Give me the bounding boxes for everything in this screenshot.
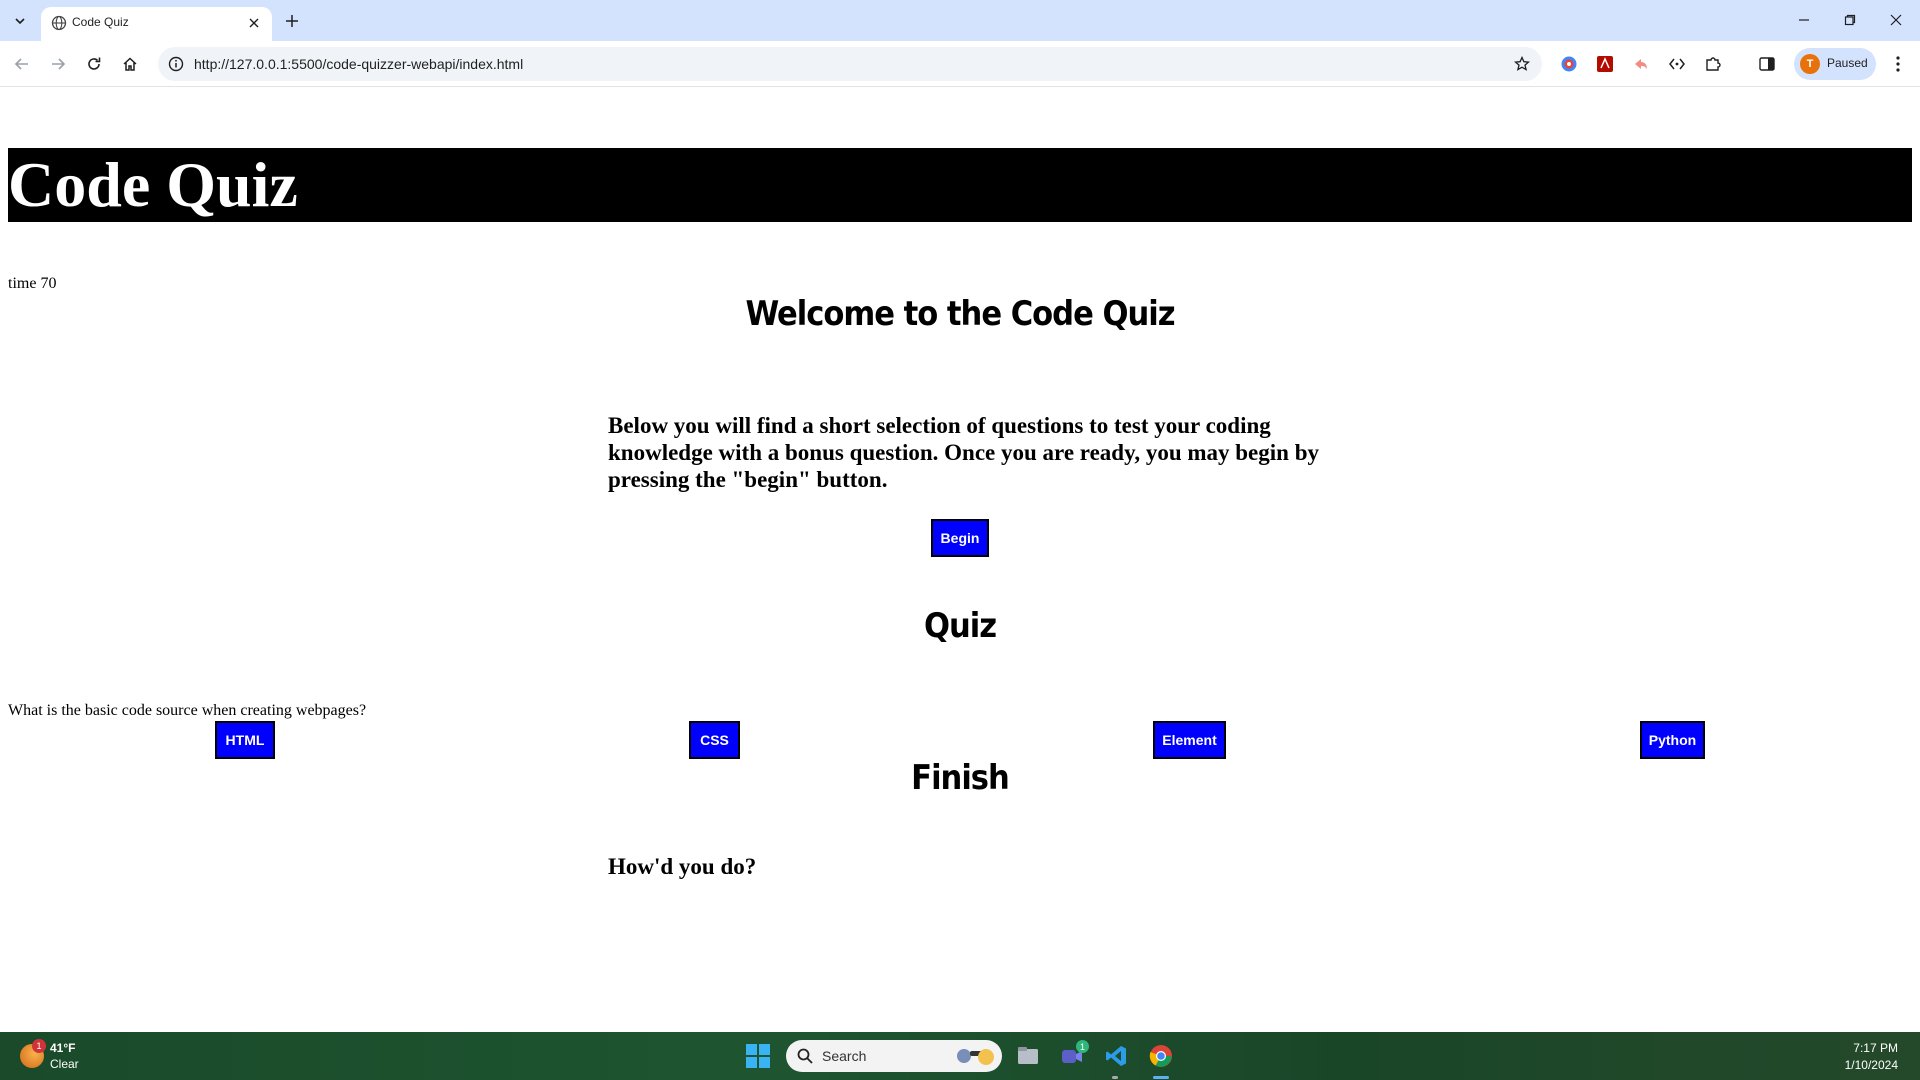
address-bar[interactable]: http://127.0.0.1:5500/code-quizzer-webap… — [158, 47, 1542, 81]
clock-date: 1/10/2024 — [1844, 1058, 1898, 1072]
kebab-menu-icon[interactable] — [1886, 52, 1910, 76]
share-extension-icon[interactable] — [1630, 53, 1652, 75]
window-close-icon[interactable] — [1873, 0, 1919, 40]
url-text[interactable]: http://127.0.0.1:5500/code-quizzer-webap… — [194, 56, 523, 72]
info-icon[interactable] — [166, 54, 186, 74]
site-header: Code Quiz — [8, 148, 1912, 222]
windows-start-icon[interactable] — [746, 1044, 770, 1068]
chrome-active-indicator — [1153, 1076, 1169, 1079]
weather-temp: 41°F — [50, 1041, 76, 1055]
forward-arrow-icon[interactable] — [44, 50, 72, 78]
back-arrow-icon[interactable] — [8, 50, 36, 78]
profile-status: Paused — [1827, 56, 1868, 70]
finish-text: How'd you do? — [608, 854, 757, 879]
tab-strip: Code Quiz — [0, 0, 1920, 41]
pdf-extension-icon[interactable] — [1594, 53, 1616, 75]
file-explorer-icon[interactable] — [1012, 1040, 1044, 1072]
timer-text: time 70 — [8, 275, 57, 292]
weather-condition: Clear — [50, 1057, 79, 1071]
star-icon[interactable] — [1512, 54, 1532, 74]
answer-button-element[interactable]: Element — [1153, 721, 1226, 759]
home-icon[interactable] — [116, 50, 144, 78]
avatar: T — [1800, 54, 1820, 74]
close-icon[interactable] — [245, 14, 263, 32]
globe-icon — [51, 15, 67, 31]
restore-icon[interactable] — [1827, 0, 1873, 40]
question-text: What is the basic code source when creat… — [8, 702, 367, 719]
search-label: Search — [822, 1048, 867, 1064]
tab-title: Code Quiz — [72, 15, 129, 29]
teams-badge: 1 — [1076, 1040, 1089, 1053]
vscode-icon[interactable] — [1100, 1040, 1132, 1072]
color-picker-extension-icon[interactable] — [1558, 53, 1580, 75]
taskbar: 1 41°F Clear Search 1 7:17 PM 1/10/2024 — [0, 1032, 1920, 1080]
active-tab[interactable]: Code Quiz — [41, 7, 272, 41]
chrome-icon[interactable] — [1145, 1040, 1177, 1072]
begin-button[interactable]: Begin — [931, 519, 989, 557]
profile-button[interactable]: T Paused — [1794, 48, 1876, 80]
plus-icon[interactable] — [280, 9, 304, 33]
side-panel-icon[interactable] — [1756, 53, 1778, 75]
finish-heading: Finish — [911, 758, 1010, 798]
search-icon — [796, 1047, 814, 1065]
extensions-puzzle-icon[interactable] — [1702, 53, 1724, 75]
teams-meet-icon[interactable]: 1 — [1056, 1040, 1089, 1072]
reload-icon[interactable] — [80, 50, 108, 78]
browser-toolbar: http://127.0.0.1:5500/code-quizzer-webap… — [0, 41, 1920, 87]
answer-button-python[interactable]: Python — [1640, 721, 1705, 759]
web-page: Code Quiz time 70 Welcome to the Code Qu… — [0, 88, 1920, 1032]
clock-time: 7:17 PM — [1853, 1041, 1898, 1055]
weather-badge: 1 — [32, 1039, 46, 1053]
search-highlight-icon — [954, 1045, 994, 1067]
vscode-running-indicator — [1112, 1076, 1118, 1079]
taskbar-search[interactable]: Search — [786, 1040, 1002, 1072]
intro-text: Below you will find a short selection of… — [608, 413, 1319, 492]
answer-button-css[interactable]: CSS — [689, 721, 740, 759]
minimize-icon[interactable] — [1781, 0, 1827, 40]
welcome-heading: Welcome to the Code Quiz — [745, 294, 1175, 334]
devtools-extension-icon[interactable] — [1666, 53, 1688, 75]
tab-search-icon[interactable] — [8, 10, 32, 32]
answer-button-html[interactable]: HTML — [215, 721, 275, 759]
quiz-heading: Quiz — [923, 606, 997, 646]
site-title: Code Quiz — [8, 149, 298, 220]
